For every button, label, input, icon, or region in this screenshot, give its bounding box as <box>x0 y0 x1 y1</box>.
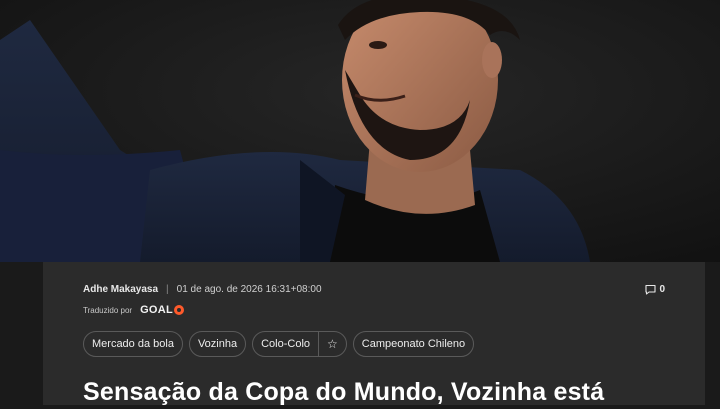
author-link[interactable]: Adhe Makayasa <box>83 284 158 295</box>
publish-datetime: 01 de ago. de 2026 16:31+08:00 <box>176 283 322 295</box>
tag-label: Vozinha <box>197 338 238 350</box>
tag-colo-colo: Colo-Colo ☆ <box>252 331 347 357</box>
goal-logo[interactable]: GOAL <box>140 304 185 316</box>
tag-mercado-da-bola[interactable]: Mercado da bola <box>83 331 183 357</box>
comments-button[interactable]: 0 <box>645 282 665 296</box>
translated-by: Traduzido por GOAL <box>83 302 185 318</box>
tag-label: Mercado da bola <box>92 338 174 350</box>
article-meta: Adhe Makayasa | 01 de ago. de 2026 16:31… <box>83 282 322 296</box>
goal-logo-icon <box>174 305 185 315</box>
tag-vozinha[interactable]: Vozinha <box>188 331 247 357</box>
comment-count: 0 <box>659 283 665 295</box>
hero-photo-illustration <box>0 0 720 262</box>
article-headline: Sensação da Copa do Mundo, Vozinha está <box>83 378 605 406</box>
translated-by-label: Traduzido por <box>83 305 133 315</box>
tag-label: Campeonato Chileno <box>361 338 466 350</box>
tag-list: Mercado da bola Vozinha Colo-Colo ☆ Camp… <box>83 331 475 357</box>
star-outline-icon[interactable]: ☆ <box>319 332 346 356</box>
hero-image <box>0 0 720 262</box>
article-card: Adhe Makayasa | 01 de ago. de 2026 16:31… <box>43 262 705 406</box>
goal-logo-text: GOAL <box>140 304 174 316</box>
tag-campeonato-chileno[interactable]: Campeonato Chileno <box>352 331 475 357</box>
comment-bubble-icon <box>645 284 656 295</box>
meta-separator: | <box>166 283 169 295</box>
tag-label[interactable]: Colo-Colo <box>253 332 318 356</box>
